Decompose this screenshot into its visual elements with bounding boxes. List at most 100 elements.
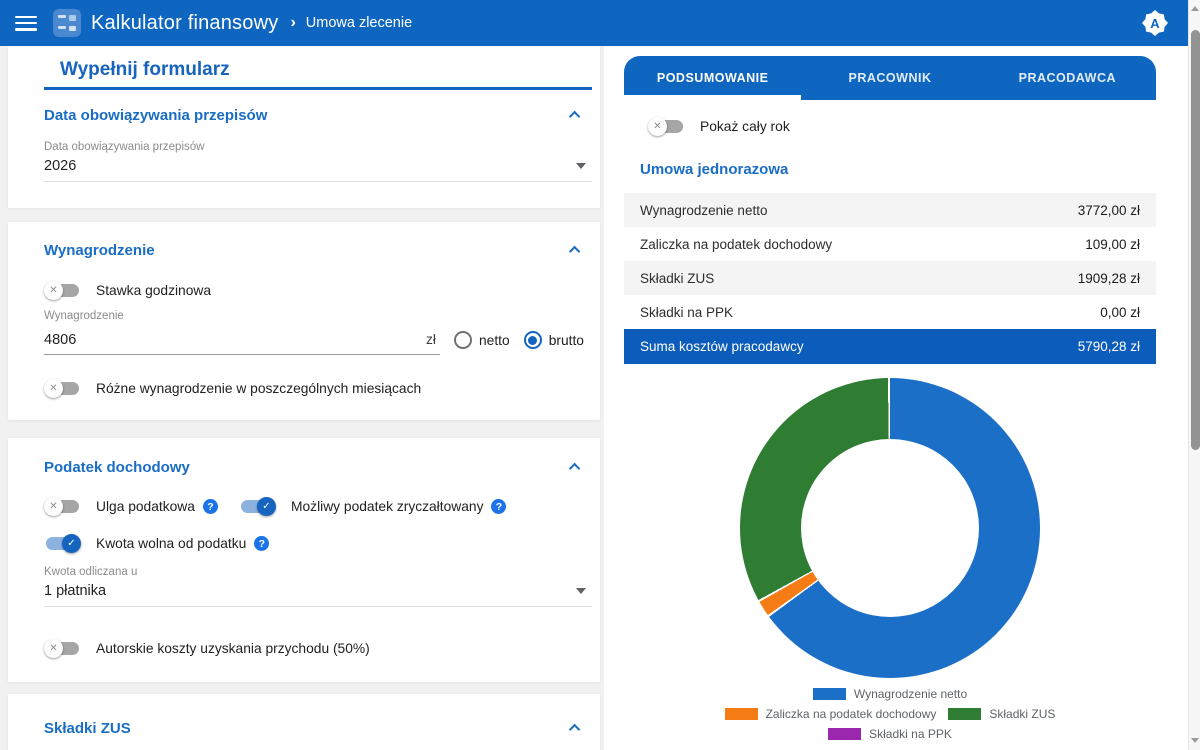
netto-brutto-radio-group: netto brutto	[454, 325, 584, 355]
help-icon[interactable]: ?	[203, 499, 218, 514]
vertical-scrollbar	[1188, 0, 1200, 750]
tab-label: PRACODAWCA	[1019, 71, 1116, 85]
tax-relief-toggle-row: ✕ Ulga podatkowa ?	[44, 497, 218, 516]
legend-line: Składki na PPK	[624, 724, 1156, 744]
table-row-total: Suma kosztów pracodawcy 5790,28 zł	[624, 329, 1156, 364]
row-label: Wynagrodzenie netto	[640, 203, 767, 218]
section-header-zus[interactable]: Składki ZUS	[44, 716, 580, 740]
toggle-label: Ulga podatkowa	[96, 499, 195, 514]
toggle-thumb: ✕	[44, 379, 63, 398]
check-icon: ✓	[262, 502, 270, 512]
row-value: 5790,28 zł	[1078, 339, 1140, 354]
tab-pracodawca[interactable]: PRACODAWCA	[979, 56, 1156, 100]
breadcrumb-chevron-icon: ›	[290, 14, 295, 32]
scrollbar-thumb[interactable]	[1191, 30, 1200, 450]
scrollbar-up-arrow-icon[interactable]	[1190, 2, 1200, 14]
radio-brutto-label: brutto	[549, 333, 584, 348]
section-header-income-tax[interactable]: Podatek dochodowy	[44, 455, 580, 479]
full-year-toggle[interactable]: ✕	[648, 117, 685, 136]
radio-netto[interactable]	[454, 331, 472, 349]
active-tab-indicator	[624, 95, 801, 100]
help-icon[interactable]: ?	[491, 499, 506, 514]
legend-label: Wynagrodzenie netto	[854, 687, 967, 701]
row-label: Zaliczka na podatek dochodowy	[640, 237, 832, 252]
title-underline	[44, 87, 592, 90]
legend-item[interactable]: Składki na PPK	[828, 727, 952, 741]
chevron-up-icon	[569, 724, 580, 735]
variable-salary-toggle[interactable]: ✕	[44, 379, 81, 398]
flat-tax-toggle-row: ✓ Możliwy podatek zryczałtowany ?	[239, 497, 506, 516]
author-costs-toggle-row: ✕ Autorskie koszty uzyskania przychodu (…	[44, 639, 370, 658]
tab-label: PODSUMOWANIE	[657, 71, 769, 85]
row-value: 3772,00 zł	[1078, 203, 1140, 218]
toggle-thumb: ✕	[44, 497, 63, 516]
help-icon[interactable]: ?	[254, 536, 269, 551]
toggle-label: Możliwy podatek zryczałtowany	[291, 499, 483, 514]
salary-input-value: 4806	[44, 332, 426, 348]
toggle-label: Różne wynagrodzenie w poszczególnych mie…	[96, 381, 421, 396]
tax-relief-toggle[interactable]: ✕	[44, 497, 81, 516]
tab-podsumowanie[interactable]: PODSUMOWANIE	[624, 56, 801, 100]
tax-free-amount-toggle[interactable]: ✓	[44, 534, 81, 553]
x-icon: ✕	[49, 644, 57, 654]
effective-date-select[interactable]: Data obowiązywania przepisów 2026	[44, 141, 592, 182]
x-icon: ✕	[49, 384, 57, 394]
legend-item[interactable]: Zaliczka na podatek dochodowy	[725, 707, 937, 721]
legend-item[interactable]: Wynagrodzenie netto	[813, 687, 967, 701]
toggle-label: Stawka godzinowa	[96, 283, 211, 298]
card-zus: Składki ZUS	[8, 694, 600, 750]
chevron-up-icon	[569, 111, 580, 122]
row-label: Suma kosztów pracodawcy	[640, 339, 804, 354]
page: Kalkulator finansowy › Umowa zlecenie A …	[0, 0, 1200, 750]
toggle-label: Autorskie koszty uzyskania przychodu (50…	[96, 641, 370, 656]
tax-free-amount-toggle-row: ✓ Kwota wolna od podatku ?	[44, 534, 269, 553]
card-income-tax: Podatek dochodowy ✕ Ulga podatkowa ? ✓ M…	[8, 438, 600, 682]
results-tab-bar: PODSUMOWANIE PRACOWNIK PRACODAWCA	[624, 56, 1156, 100]
legend-swatch	[725, 708, 758, 720]
seal-letter: A	[1150, 16, 1159, 31]
hourly-rate-toggle[interactable]: ✕	[44, 281, 81, 300]
section-header-effective-date[interactable]: Data obowiązywania przepisów	[44, 103, 580, 127]
menu-icon[interactable]	[15, 16, 37, 31]
legend-swatch	[813, 688, 846, 700]
results-table: Wynagrodzenie netto 3772,00 zł Zaliczka …	[624, 193, 1156, 364]
legend-swatch	[948, 708, 981, 720]
seal-shape: A	[1142, 10, 1168, 36]
section-title: Składki ZUS	[44, 720, 131, 737]
section-title: Data obowiązywania przepisów	[44, 107, 267, 124]
salary-input[interactable]: 4806 zł	[44, 325, 440, 355]
tab-pracownik[interactable]: PRACOWNIK	[801, 56, 978, 100]
chart-legend: Wynagrodzenie netto Zaliczka na podatek …	[624, 684, 1156, 744]
flat-tax-toggle[interactable]: ✓	[239, 497, 276, 516]
field-label: Data obowiązywania przepisów	[44, 141, 592, 153]
legend-label: Składki ZUS	[989, 707, 1055, 721]
results-heading: Umowa jednorazowa	[640, 161, 788, 178]
legend-line: Zaliczka na podatek dochodowy Składki ZU…	[624, 704, 1156, 724]
field-label: Kwota odliczana u	[44, 566, 592, 578]
app-title[interactable]: Kalkulator finansowy	[91, 12, 278, 35]
field-value: 2026	[44, 158, 592, 174]
dropdown-arrow-icon	[576, 163, 586, 169]
legend-item[interactable]: Składki ZUS	[948, 707, 1055, 721]
toggle-label: Kwota wolna od podatku	[96, 536, 246, 551]
x-icon: ✕	[49, 286, 57, 296]
row-label: Składki ZUS	[640, 271, 714, 286]
radio-brutto[interactable]	[524, 331, 542, 349]
author-costs-toggle[interactable]: ✕	[44, 639, 81, 658]
toggle-label: Pokaż cały rok	[700, 119, 790, 134]
toggle-thumb: ✕	[648, 117, 667, 136]
section-header-salary[interactable]: Wynagrodzenie	[44, 238, 580, 262]
table-row: Składki na PPK 0,00 zł	[624, 295, 1156, 329]
payers-count-select[interactable]: Kwota odliczana u 1 płatnika	[44, 566, 592, 607]
table-row: Wynagrodzenie netto 3772,00 zł	[624, 193, 1156, 227]
section-title: Wynagrodzenie	[44, 242, 155, 259]
section-title: Podatek dochodowy	[44, 459, 190, 476]
auto-badge-icon[interactable]: A	[1142, 10, 1168, 36]
toggle-thumb: ✕	[44, 639, 63, 658]
card-effective-date: Wypełnij formularz Data obowiązywania pr…	[8, 46, 600, 208]
breadcrumb: Umowa zlecenie	[306, 15, 412, 31]
currency-label: zł	[426, 332, 440, 347]
scrollbar-down-arrow-icon[interactable]	[1190, 734, 1200, 746]
dropdown-arrow-icon	[576, 588, 586, 594]
salary-input-label: Wynagrodzenie	[44, 310, 124, 322]
